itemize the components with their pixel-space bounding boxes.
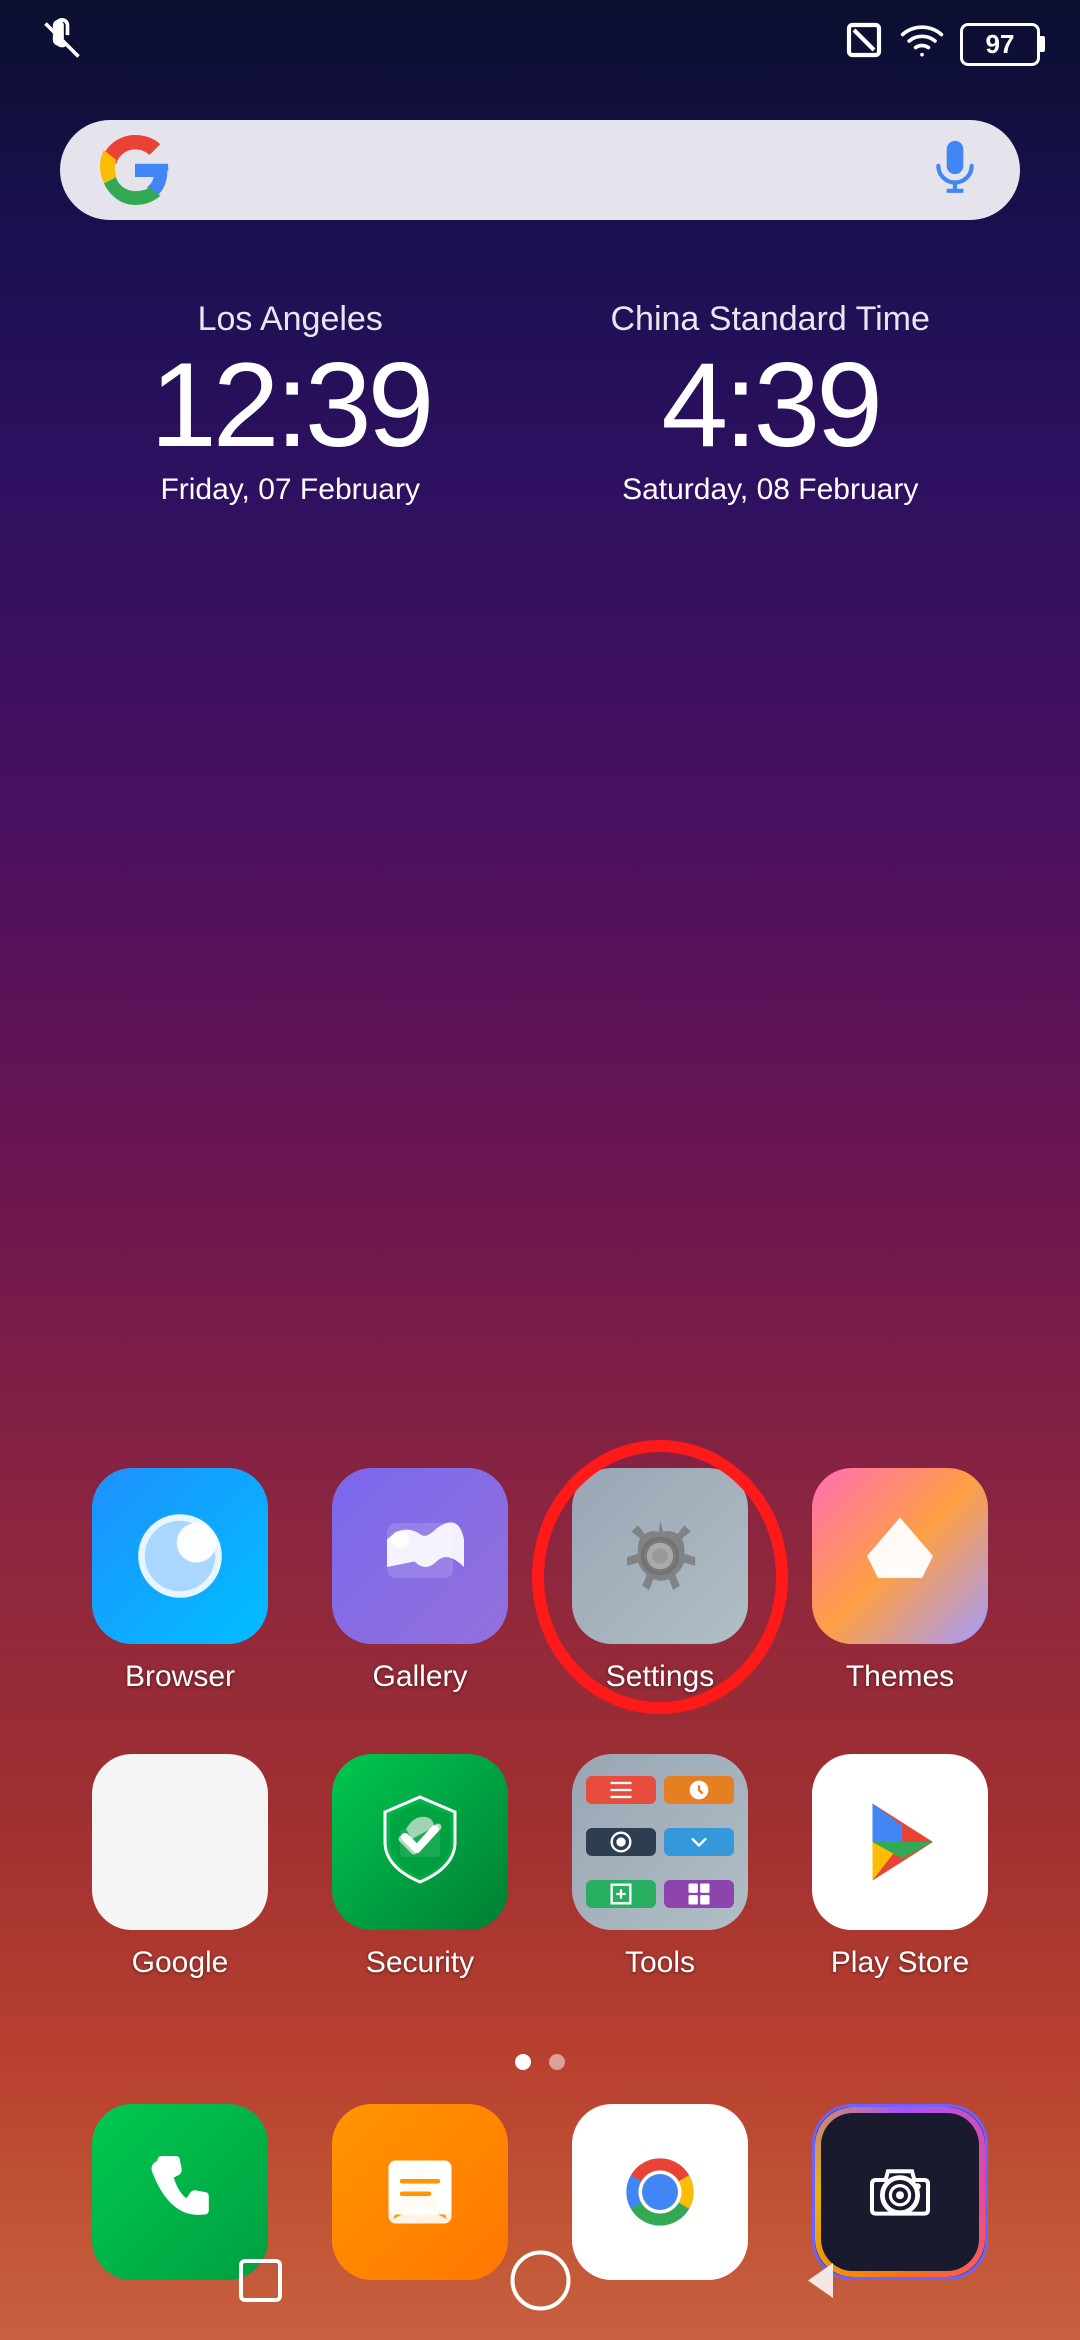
clock-los-angeles: Los Angeles 12:39 Friday, 07 February xyxy=(150,300,430,507)
security-icon xyxy=(332,1754,508,1930)
app-google[interactable]: Google xyxy=(80,1754,280,1980)
page-indicators xyxy=(0,2054,1080,2070)
app-playstore[interactable]: Play Store xyxy=(800,1754,1000,1980)
nav-bar xyxy=(0,2220,1080,2340)
nav-recent-apps[interactable] xyxy=(225,2245,295,2315)
app-grid: Browser Gallery xyxy=(0,1468,1080,2040)
settings-icon xyxy=(572,1468,748,1644)
tool-6 xyxy=(664,1880,734,1908)
clock-widget: Los Angeles 12:39 Friday, 07 February Ch… xyxy=(0,220,1080,527)
battery-indicator: 97 xyxy=(960,23,1040,66)
playstore-icon xyxy=(812,1754,988,1930)
mute-icon xyxy=(40,18,84,71)
app-row-2: Google Security xyxy=(60,1754,1020,1980)
browser-label: Browser xyxy=(125,1660,235,1694)
city-la: Los Angeles xyxy=(150,300,430,339)
date-china: Saturday, 08 February xyxy=(611,473,930,507)
google-label: Google xyxy=(132,1946,229,1980)
battery-level: 97 xyxy=(986,29,1015,60)
tool-5 xyxy=(586,1880,656,1908)
wifi-icon xyxy=(900,18,944,70)
tool-2 xyxy=(664,1776,734,1804)
tool-4 xyxy=(664,1828,734,1856)
google-search-bar[interactable] xyxy=(60,120,1020,220)
mic-icon[interactable] xyxy=(930,135,980,205)
security-label: Security xyxy=(366,1946,474,1980)
settings-label: Settings xyxy=(606,1660,714,1694)
browser-icon xyxy=(92,1468,268,1644)
themes-icon xyxy=(812,1468,988,1644)
tools-label: Tools xyxy=(625,1946,695,1980)
themes-label: Themes xyxy=(846,1660,954,1694)
tool-1 xyxy=(586,1776,656,1804)
time-china: 4:39 xyxy=(611,345,930,465)
search-bar-container xyxy=(0,80,1080,220)
app-gallery[interactable]: Gallery xyxy=(320,1468,520,1694)
page-dot-2 xyxy=(549,2054,565,2070)
gallery-label: Gallery xyxy=(372,1660,467,1694)
google-icon xyxy=(92,1754,268,1930)
app-security[interactable]: Security xyxy=(320,1754,520,1980)
sim-icon xyxy=(844,20,884,68)
app-row-1: Browser Gallery xyxy=(60,1468,1020,1694)
page-dot-1 xyxy=(515,2054,531,2070)
playstore-label: Play Store xyxy=(831,1946,969,1980)
gallery-icon xyxy=(332,1468,508,1644)
tools-icon xyxy=(572,1754,748,1930)
app-themes[interactable]: Themes xyxy=(800,1468,1000,1694)
clock-china: China Standard Time 4:39 Saturday, 08 Fe… xyxy=(611,300,930,507)
tool-3 xyxy=(586,1828,656,1856)
status-right-icons: 97 xyxy=(844,18,1040,70)
date-la: Friday, 07 February xyxy=(150,473,430,507)
app-settings[interactable]: Settings xyxy=(560,1468,760,1694)
google-logo-icon xyxy=(100,135,170,205)
app-browser[interactable]: Browser xyxy=(80,1468,280,1694)
city-china: China Standard Time xyxy=(611,300,930,339)
nav-back[interactable] xyxy=(785,2245,855,2315)
app-tools[interactable]: Tools xyxy=(560,1754,760,1980)
nav-home[interactable] xyxy=(505,2245,575,2315)
status-bar: 97 xyxy=(0,0,1080,80)
time-la: 12:39 xyxy=(150,345,430,465)
